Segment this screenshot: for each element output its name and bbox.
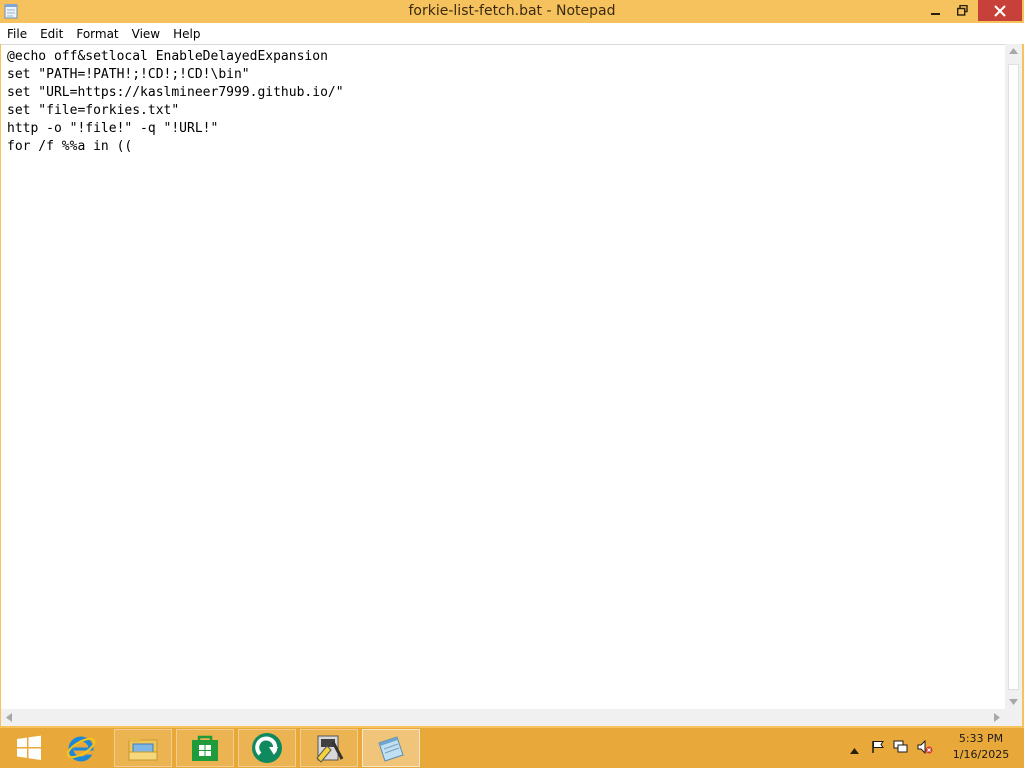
file-explorer-icon [128,737,158,761]
menu-edit[interactable]: Edit [33,24,69,44]
windows-store-icon [192,735,218,761]
scroll-left-icon[interactable] [6,713,12,722]
start-button[interactable] [0,729,58,767]
system-tray [850,728,933,768]
taskbar-notepad[interactable] [362,729,420,767]
notepad-window: forkie-list-fetch.bat - Notepad File Edi… [0,0,1024,728]
scroll-down-icon[interactable] [1009,699,1018,705]
restore-icon [956,5,968,16]
menu-bar: File Edit Format View Help [0,23,1024,44]
taskbar-tools-app[interactable] [300,729,358,767]
windows-start-icon [17,735,41,760]
title-bar[interactable]: forkie-list-fetch.bat - Notepad [0,0,1024,23]
restore-button[interactable] [950,0,974,21]
close-button[interactable] [978,0,1022,21]
taskbar-clock[interactable]: 5:33 PM 1/16/2025 [946,731,1016,763]
volume-muted-icon[interactable] [917,739,933,758]
vertical-scrollbar[interactable] [1005,44,1022,709]
window-title: forkie-list-fetch.bat - Notepad [408,3,616,19]
internet-explorer-icon [66,736,96,762]
minimize-icon [931,12,940,15]
tools-app-icon [316,735,344,763]
taskbar-internet-explorer[interactable] [52,729,110,767]
taskbar-green-app[interactable] [238,729,296,767]
menu-format[interactable]: Format [69,24,124,44]
taskbar-file-explorer[interactable] [114,729,172,767]
scrollbar-corner [1005,709,1022,726]
editor-text[interactable]: @echo off&setlocal EnableDelayedExpansio… [1,45,1005,156]
vertical-scroll-track[interactable] [1008,64,1019,690]
show-hidden-icons-icon[interactable] [850,739,859,758]
scroll-right-icon[interactable] [994,713,1000,722]
menu-view[interactable]: View [125,24,166,44]
close-icon [994,4,1006,17]
clock-time: 5:33 PM [958,732,1004,745]
green-circle-app-icon [252,733,282,763]
notepad-icon [378,736,404,762]
horizontal-scrollbar[interactable] [1,709,1005,726]
clock-date: 1/16/2025 [952,748,1010,761]
scroll-up-icon[interactable] [1009,48,1018,54]
menu-file[interactable]: File [0,24,33,44]
network-icon[interactable] [893,739,909,758]
minimize-button[interactable] [922,0,950,21]
text-editor-area[interactable]: @echo off&setlocal EnableDelayedExpansio… [1,44,1005,709]
taskbar-windows-store[interactable] [176,729,234,767]
action-center-flag-icon[interactable] [871,739,885,758]
menu-help[interactable]: Help [166,24,206,44]
